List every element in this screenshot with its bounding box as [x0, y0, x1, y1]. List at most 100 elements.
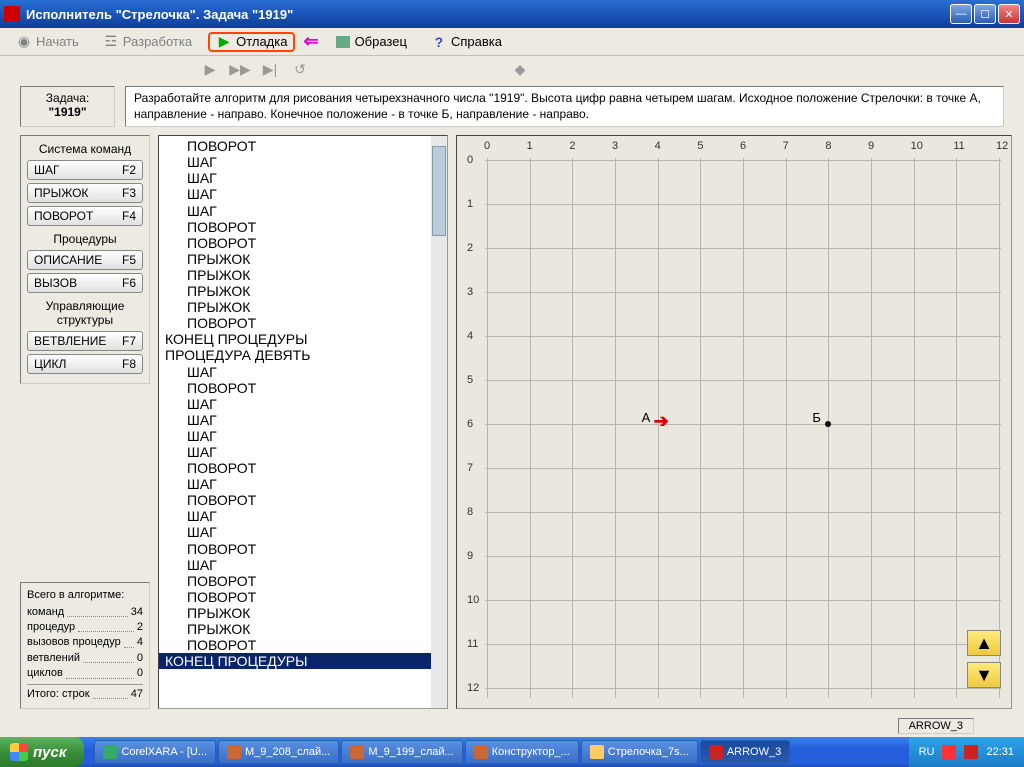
- grid-up-button[interactable]: ▲: [967, 630, 1001, 656]
- taskbar-item[interactable]: CorelXARA - [U...: [94, 740, 216, 764]
- code-line[interactable]: КОНЕЦ ПРОЦЕДУРЫ: [159, 653, 447, 669]
- cmd-button-прыжок[interactable]: ПРЫЖОКF3: [27, 183, 143, 203]
- tray-lang[interactable]: RU: [919, 746, 935, 758]
- grid-row-label: 9: [467, 550, 473, 562]
- commands-panel: Система команд ШАГF2ПРЫЖОКF3ПОВОРОТF4 Пр…: [20, 135, 150, 384]
- stat-row: вызовов процедур4: [27, 635, 143, 650]
- code-line[interactable]: ПОВОРОТ: [159, 460, 447, 476]
- sidebar: Система команд ШАГF2ПРЫЖОКF3ПОВОРОТF4 Пр…: [20, 135, 150, 709]
- code-line[interactable]: ПОВОРОТ: [159, 573, 447, 589]
- code-line[interactable]: ПРЫЖОК: [159, 251, 447, 267]
- grid-line-v: [999, 158, 1000, 698]
- code-line[interactable]: ШАГ: [159, 444, 447, 460]
- code-line[interactable]: ПРОЦЕДУРА ДЕВЯТЬ: [159, 347, 447, 363]
- code-line[interactable]: ПРЫЖОК: [159, 283, 447, 299]
- code-line[interactable]: ПОВОРОТ: [159, 492, 447, 508]
- grid-row-label: 6: [467, 418, 473, 430]
- ctrl-button-ветвление[interactable]: ВЕТВЛЕНИЕF7: [27, 331, 143, 351]
- point-b-label: Б: [812, 410, 821, 425]
- scroll-thumb[interactable]: [432, 146, 446, 236]
- code-line[interactable]: ШАГ: [159, 364, 447, 380]
- taskbar-item[interactable]: ARROW_3: [700, 740, 790, 764]
- skip-button[interactable]: ▶|: [260, 59, 280, 79]
- grid-line-h: [485, 336, 1001, 337]
- code-line[interactable]: ШАГ: [159, 476, 447, 492]
- code-line[interactable]: ПРЫЖОК: [159, 621, 447, 637]
- code-line[interactable]: ШАГ: [159, 557, 447, 573]
- code-line[interactable]: ПОВОРОТ: [159, 219, 447, 235]
- taskbar-item[interactable]: Конструктор_...: [465, 740, 579, 764]
- start-button[interactable]: пуск: [0, 737, 84, 767]
- taskbar-item[interactable]: М_9_199_слай...: [341, 740, 462, 764]
- grid-col-label: 2: [569, 140, 575, 152]
- cmd-button-поворот[interactable]: ПОВОРОТF4: [27, 206, 143, 226]
- marker-button[interactable]: ◆: [510, 59, 530, 79]
- tray-icon-1[interactable]: [942, 745, 956, 759]
- code-line[interactable]: ПОВОРОТ: [159, 138, 447, 154]
- grid-line-h: [485, 468, 1001, 469]
- ctrl-button-цикл[interactable]: ЦИКЛF8: [27, 354, 143, 374]
- proc-button-описание[interactable]: ОПИСАНИЕF5: [27, 250, 143, 270]
- code-line[interactable]: ШАГ: [159, 170, 447, 186]
- close-button[interactable]: ✕: [998, 4, 1020, 24]
- code-line[interactable]: ШАГ: [159, 428, 447, 444]
- menu-start[interactable]: ◉ Начать: [8, 32, 87, 52]
- code-line[interactable]: КОНЕЦ ПРОЦЕДУРЫ: [159, 331, 447, 347]
- code-line[interactable]: ШАГ: [159, 524, 447, 540]
- grid-row-label: 3: [467, 286, 473, 298]
- code-panel[interactable]: ПОВОРОТШАГШАГШАГШАГПОВОРОТПОВОРОТПРЫЖОКП…: [158, 135, 448, 709]
- grid-line-h: [485, 160, 1001, 161]
- reset-button[interactable]: ↺: [290, 59, 310, 79]
- help-icon: ?: [431, 34, 447, 50]
- tray-icon-2[interactable]: [964, 745, 978, 759]
- window-title: Исполнитель "Стрелочка". Задача "1919": [26, 7, 950, 22]
- code-line[interactable]: ПОВОРОТ: [159, 541, 447, 557]
- grid-col-label: 5: [697, 140, 703, 152]
- task-item-icon: [474, 745, 488, 759]
- code-line[interactable]: ШАГ: [159, 412, 447, 428]
- grid-down-button[interactable]: ▼: [967, 662, 1001, 688]
- play-button[interactable]: ▶: [200, 59, 220, 79]
- grid-line-h: [485, 600, 1001, 601]
- cmd-button-шаг[interactable]: ШАГF2: [27, 160, 143, 180]
- proc-button-вызов[interactable]: ВЫЗОВF6: [27, 273, 143, 293]
- code-line[interactable]: ПРЫЖОК: [159, 267, 447, 283]
- point-b-dot: [825, 421, 831, 427]
- fastforward-button[interactable]: ▶▶: [230, 59, 250, 79]
- play-icon: ▶: [216, 34, 232, 50]
- menu-start-label: Начать: [36, 34, 79, 49]
- code-scrollbar[interactable]: [431, 136, 447, 708]
- stat-row: ветвлений0: [27, 651, 143, 666]
- menu-sample[interactable]: Образец: [327, 32, 415, 52]
- grid-row-label: 4: [467, 330, 473, 342]
- menu-help[interactable]: ? Справка: [423, 32, 510, 52]
- code-line[interactable]: ПОВОРОТ: [159, 235, 447, 251]
- menu-debug[interactable]: ▶ Отладка: [208, 32, 295, 52]
- code-line[interactable]: ШАГ: [159, 203, 447, 219]
- taskbar-item[interactable]: М_9_208_слай...: [218, 740, 339, 764]
- grid-row-label: 7: [467, 462, 473, 474]
- task-item-icon: [350, 745, 364, 759]
- menu-develop[interactable]: ☲ Разработка: [95, 32, 200, 52]
- maximize-button[interactable]: ☐: [974, 4, 996, 24]
- code-line[interactable]: ПОВОРОТ: [159, 637, 447, 653]
- code-line[interactable]: ШАГ: [159, 396, 447, 412]
- minimize-button[interactable]: —: [950, 4, 972, 24]
- code-line[interactable]: ПОВОРОТ: [159, 315, 447, 331]
- code-line[interactable]: ШАГ: [159, 186, 447, 202]
- code-line[interactable]: ШАГ: [159, 154, 447, 170]
- code-line[interactable]: ПРЫЖОК: [159, 299, 447, 315]
- stats-title: Всего в алгоритме:: [27, 589, 143, 601]
- stats-panel: Всего в алгоритме: команд34процедур2вызо…: [20, 582, 150, 709]
- task-label-box: Задача: "1919": [20, 86, 115, 127]
- code-line[interactable]: ПРЫЖОК: [159, 605, 447, 621]
- arrow-cursor-icon: ➔: [654, 411, 669, 432]
- system-tray: RU 22:31: [909, 737, 1024, 767]
- code-line[interactable]: ШАГ: [159, 508, 447, 524]
- code-line[interactable]: ПОВОРОТ: [159, 380, 447, 396]
- code-line[interactable]: ПОВОРОТ: [159, 589, 447, 605]
- grid-row-label: 5: [467, 374, 473, 386]
- grid-line-v: [530, 158, 531, 698]
- taskbar-item[interactable]: Стрелочка_7s...: [581, 740, 698, 764]
- menu-sample-label: Образец: [355, 34, 407, 49]
